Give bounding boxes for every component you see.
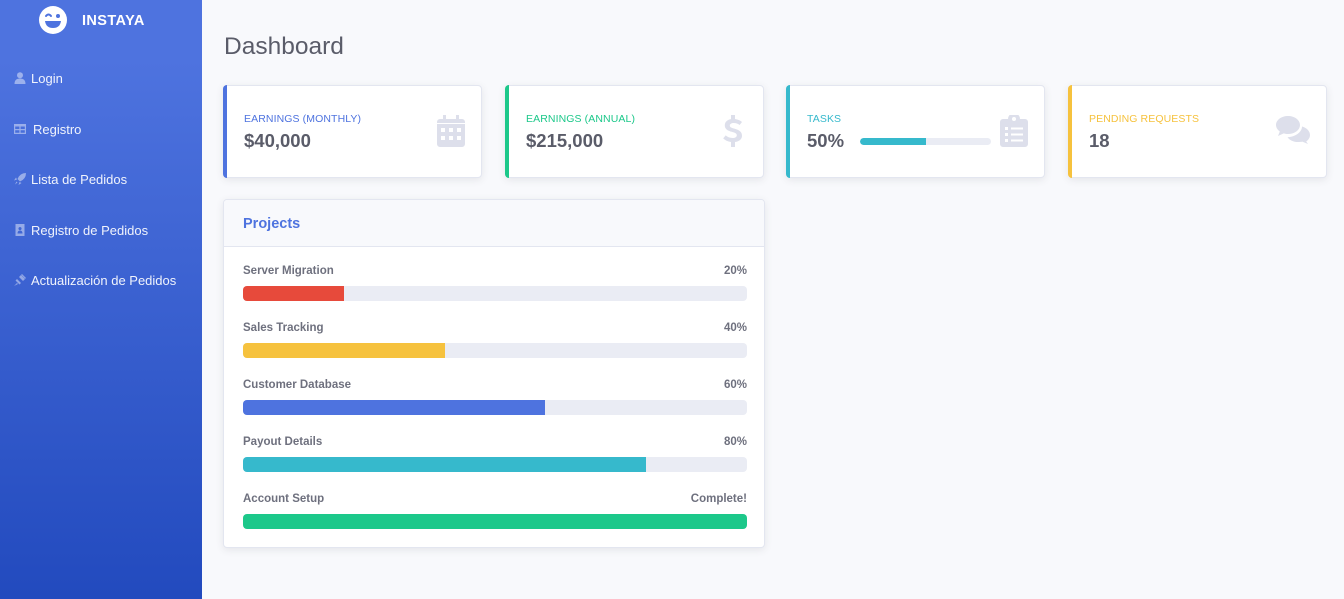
card-label: Tasks — [807, 113, 842, 125]
card-label: Earnings (Monthly) — [244, 113, 362, 125]
project-status: 20% — [723, 265, 747, 277]
sidebar-item-registro[interactable]: Registro — [14, 119, 81, 139]
project-progress-bar — [243, 400, 747, 415]
clipboard-list-icon — [1000, 113, 1028, 147]
card-value: 18 — [1089, 130, 1110, 151]
project-row: Account Setup Complete! — [243, 493, 747, 533]
card-value: $40,000 — [244, 130, 311, 151]
project-progress-bar — [243, 457, 747, 472]
brand-name: INSTAYA — [82, 13, 145, 29]
project-row: Customer Database 60% — [243, 379, 747, 419]
laugh-wink-icon — [39, 6, 67, 34]
dollar-icon — [719, 115, 747, 147]
card-accent-bar — [505, 85, 509, 178]
card-value: $215,000 — [526, 130, 604, 151]
project-progress-fill — [243, 343, 445, 358]
sidebar-item-lista-de-pedidos[interactable]: Lista de Pedidos — [14, 169, 127, 189]
card-accent-bar — [1068, 85, 1072, 178]
calendar-icon — [437, 115, 465, 147]
project-name: Server Migration — [243, 265, 334, 277]
comments-icon — [1276, 116, 1310, 144]
project-status: 80% — [723, 436, 747, 448]
satellite-icon — [14, 274, 26, 286]
brand-link[interactable]: INSTAYA — [0, 0, 202, 42]
project-row: Server Migration 20% — [243, 265, 747, 305]
card-tasks: Tasks 50% — [786, 85, 1045, 178]
sidebar-item-login[interactable]: Login — [14, 68, 63, 88]
project-progress-fill — [243, 400, 546, 415]
sidebar-item-actualizacion-de-pedidos[interactable]: Actualización de Pedidos — [14, 270, 176, 290]
sidebar-item-label: Actualización de Pedidos — [31, 272, 177, 288]
tasks-progress-bar — [860, 138, 991, 145]
sidebar-item-label: Login — [31, 70, 63, 86]
address-book-icon — [15, 224, 25, 236]
card-label: Pending Requests — [1089, 113, 1200, 125]
project-name: Sales Tracking — [243, 322, 324, 334]
sidebar-item-label: Registro de Pedidos — [31, 222, 149, 238]
project-name: Payout Details — [243, 436, 323, 448]
projects-card: Projects Server Migration 20% Sales Trac… — [223, 199, 765, 548]
card-accent-bar — [223, 85, 227, 178]
card-earnings-monthly: Earnings (Monthly) $40,000 — [223, 85, 482, 178]
project-name: Customer Database — [243, 379, 352, 391]
card-value: 50% — [807, 130, 845, 151]
table-icon — [14, 124, 26, 134]
sidebar-item-label: Lista de Pedidos — [31, 171, 128, 187]
project-row: Sales Tracking 40% — [243, 322, 747, 362]
project-progress-bar — [243, 286, 747, 301]
project-progress-fill — [243, 286, 344, 301]
project-name: Account Setup — [243, 493, 325, 505]
card-pending-requests: Pending Requests 18 — [1068, 85, 1327, 178]
page-title: Dashboard — [224, 33, 344, 60]
rocket-icon — [14, 173, 26, 185]
project-status: 60% — [723, 379, 747, 391]
projects-header: Projects — [224, 200, 764, 247]
project-status: Complete! — [690, 493, 747, 505]
project-progress-fill — [243, 457, 647, 472]
user-icon — [14, 72, 26, 84]
projects-title: Projects — [243, 216, 301, 232]
card-earnings-annual: Earnings (Annual) $215,000 — [505, 85, 764, 178]
tasks-progress-fill — [860, 138, 926, 145]
sidebar-item-label: Registro — [33, 121, 82, 137]
project-row: Payout Details 80% — [243, 436, 747, 476]
card-label: Earnings (Annual) — [526, 113, 636, 125]
sidebar-item-registro-de-pedidos[interactable]: Registro de Pedidos — [14, 220, 148, 240]
sidebar: INSTAYA Login Registro Lista de Pedidos … — [0, 0, 202, 599]
project-progress-fill — [243, 514, 747, 529]
project-status: 40% — [723, 322, 747, 334]
project-progress-bar — [243, 514, 747, 529]
card-accent-bar — [786, 85, 790, 178]
project-progress-bar — [243, 343, 747, 358]
